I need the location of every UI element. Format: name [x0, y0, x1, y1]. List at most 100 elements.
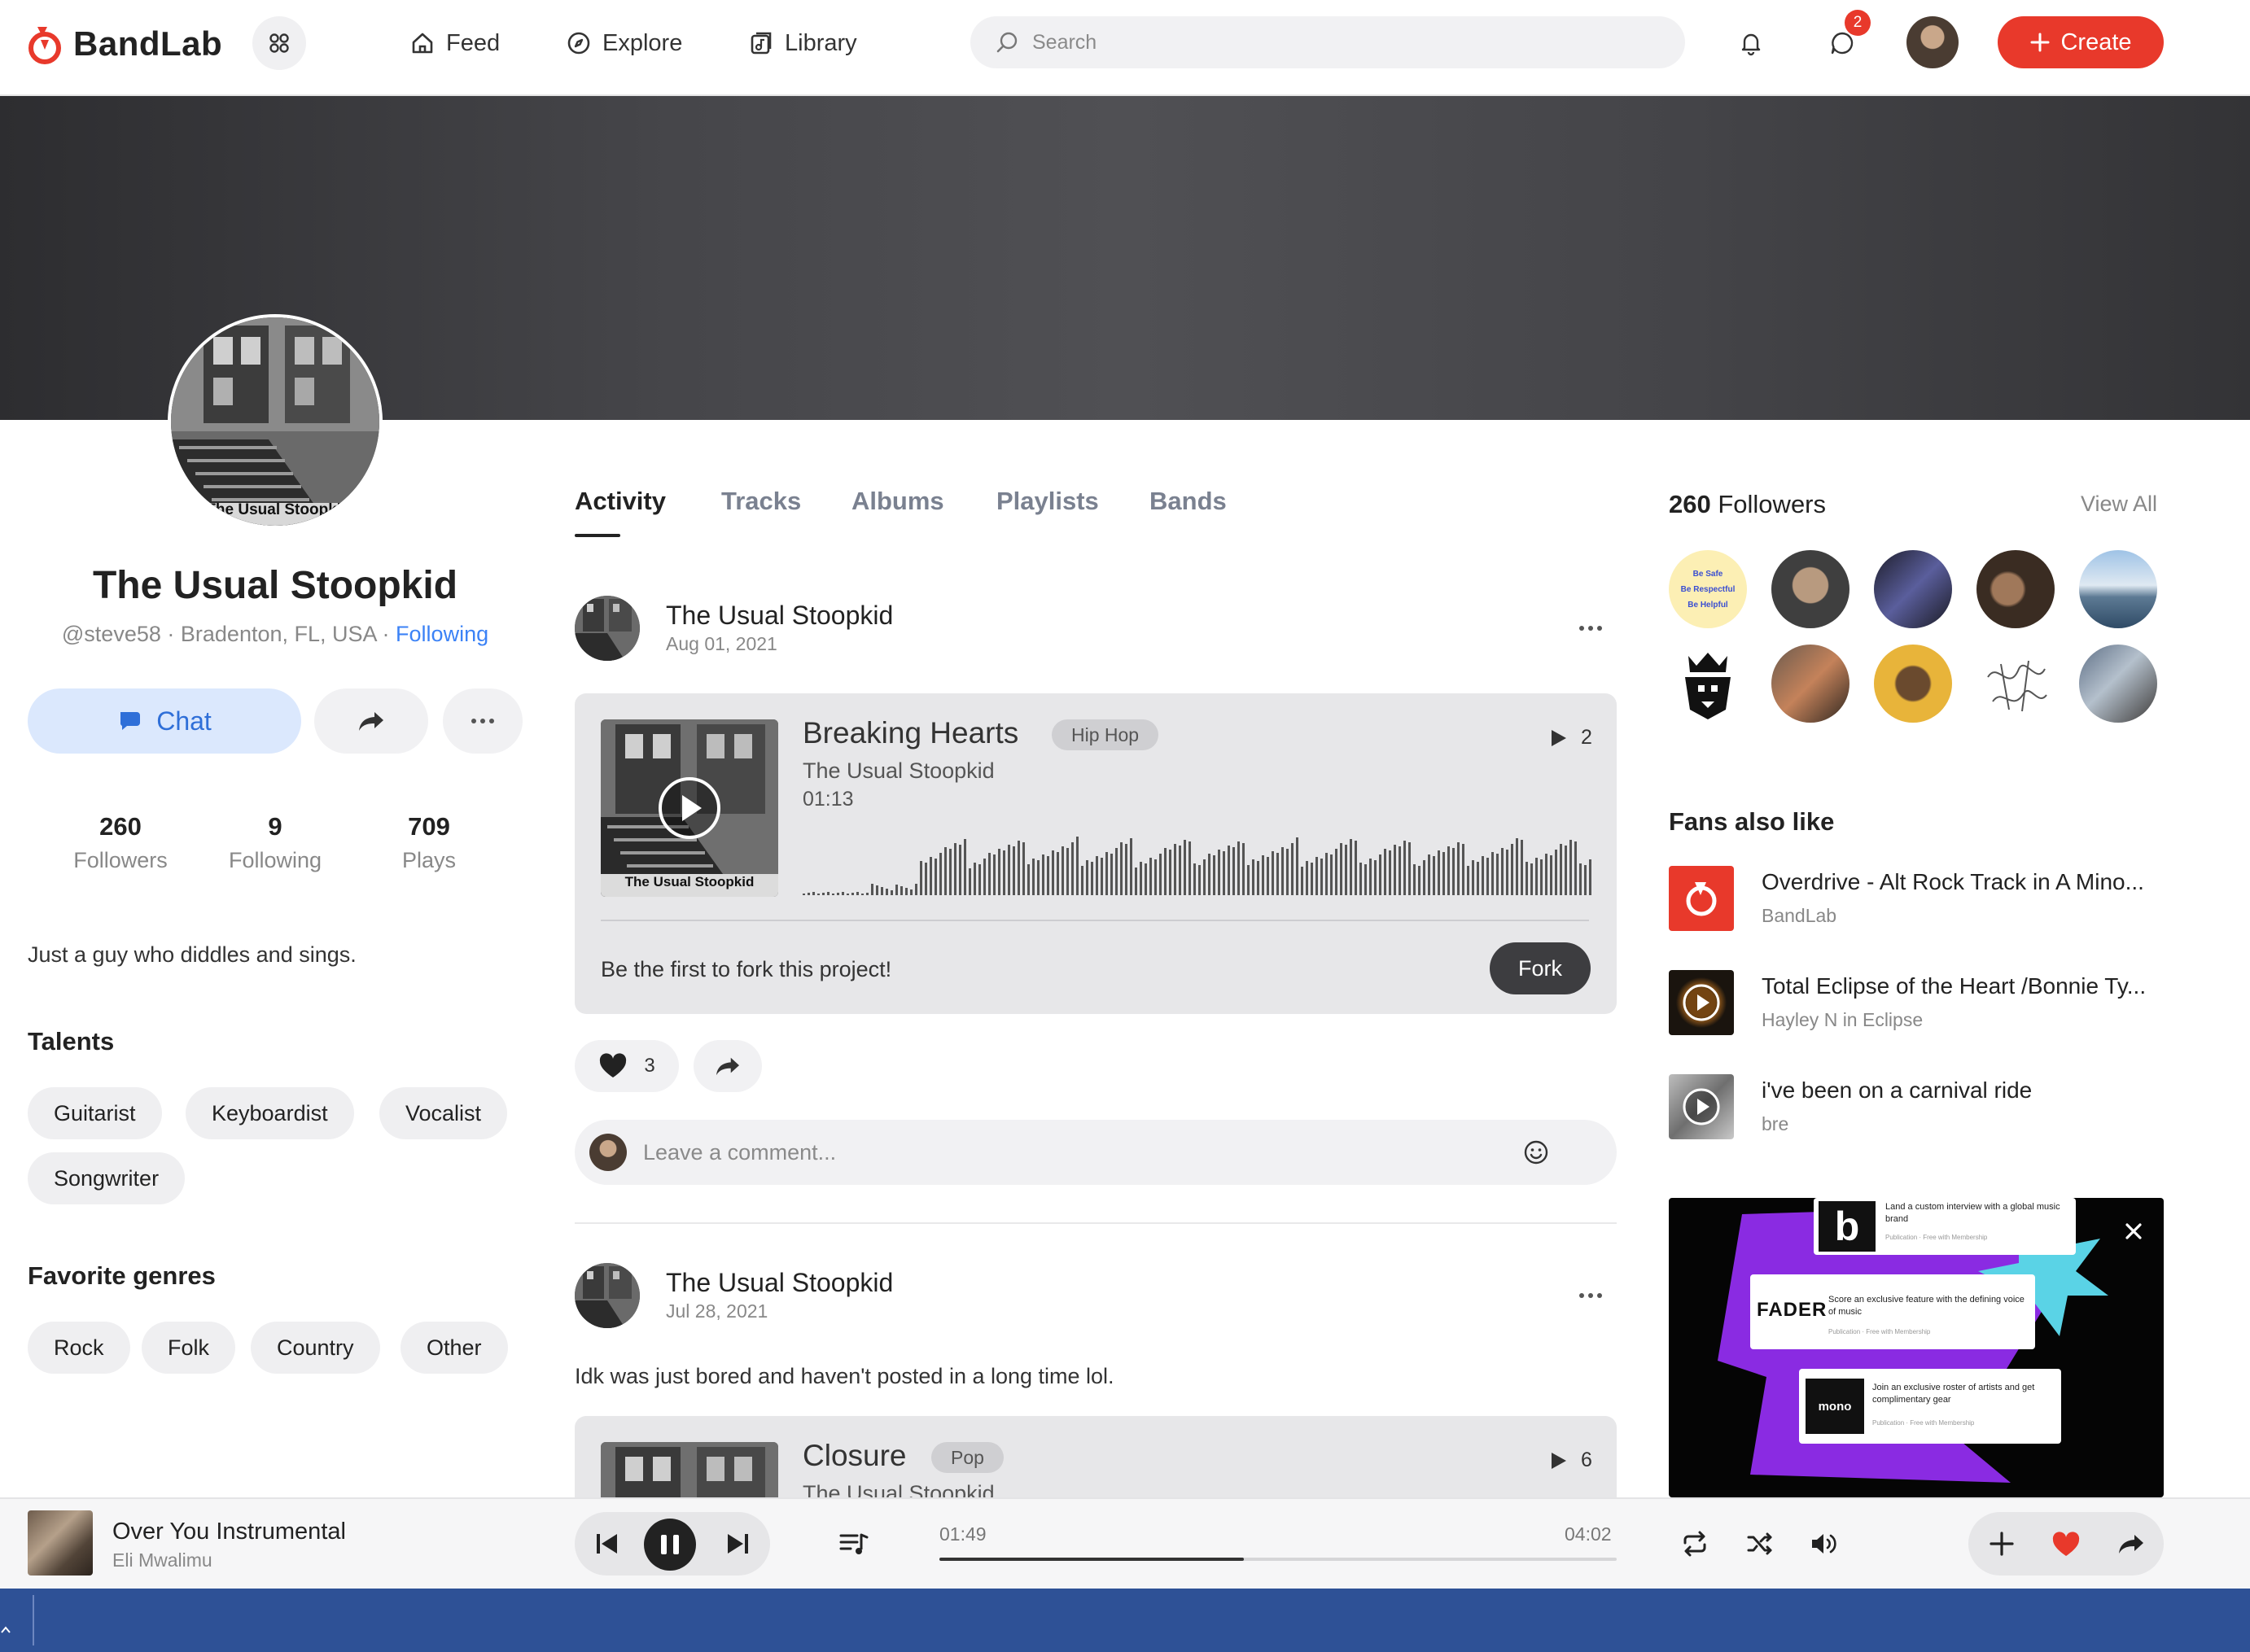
genre-tag[interactable]: Hip Hop [1052, 719, 1159, 750]
search-input[interactable] [1032, 30, 1602, 55]
talent-chip[interactable]: Keyboardist [186, 1087, 354, 1139]
profile-bio: Just a guy who diddles and sings. [28, 942, 357, 967]
now-playing-title[interactable]: Over You Instrumental [112, 1519, 346, 1545]
follower-avatar[interactable] [1771, 645, 1849, 723]
track-artist[interactable]: The Usual Stoopkid [803, 758, 995, 784]
genre-tag[interactable]: Pop [931, 1442, 1004, 1473]
track-waveform[interactable] [803, 824, 1592, 897]
profile-subtitle: @steve58 · Bradenton, FL, USA · Followin… [0, 622, 550, 647]
tab-tracks[interactable]: Tracks [721, 487, 801, 516]
create-button[interactable]: Create [1998, 16, 2164, 68]
talent-chip[interactable]: Guitarist [28, 1087, 162, 1139]
search-icon [996, 32, 1018, 53]
bell-icon [1741, 33, 1761, 56]
apps-menu-button[interactable] [252, 16, 306, 70]
fan-recommendation[interactable]: Total Eclipse of the Heart /Bonnie Ty...… [1669, 970, 2165, 1035]
fan-title: Total Eclipse of the Heart /Bonnie Ty... [1762, 973, 2147, 999]
follower-avatar[interactable] [1669, 645, 1747, 723]
repeat-icon[interactable] [1680, 1530, 1709, 1558]
nav-feed[interactable]: Feed [410, 23, 500, 63]
like-button[interactable]: 3 [575, 1040, 679, 1092]
genre-chip[interactable]: Country [251, 1322, 380, 1374]
ad-card-meta: Publication · Free with Membership [1828, 1328, 1931, 1335]
fork-button[interactable]: Fork [1490, 942, 1591, 994]
stat-followers[interactable]: 260 Followers [43, 812, 198, 873]
stat-following[interactable]: 9 Following [198, 812, 352, 873]
post-author-name[interactable]: The Usual Stoopkid [666, 1268, 893, 1298]
track-artwork[interactable]: The Usual Stoopkid [601, 719, 778, 897]
share-arrow-icon[interactable] [2116, 1532, 2146, 1556]
follower-avatar[interactable] [1976, 550, 2055, 628]
share-profile-button[interactable] [314, 688, 428, 754]
emoji-icon[interactable] [1522, 1138, 1550, 1166]
post-menu-button[interactable] [1574, 1287, 1607, 1304]
post-menu-button[interactable] [1574, 620, 1607, 636]
user-avatar[interactable] [1906, 16, 1959, 68]
shuffle-icon[interactable] [1745, 1530, 1775, 1558]
tab-albums[interactable]: Albums [851, 487, 944, 516]
nav-explore[interactable]: Explore [567, 23, 682, 63]
track-title[interactable]: Breaking Hearts [803, 716, 1018, 750]
talent-chip[interactable]: Vocalist [379, 1087, 508, 1139]
now-playing-artist[interactable]: Eli Mwalimu [112, 1549, 212, 1571]
notifications-button[interactable] [1731, 23, 1771, 63]
stat-label: Followers [73, 848, 168, 872]
chevron-up-icon[interactable] [0, 1624, 11, 1636]
now-playing-artwork[interactable] [28, 1510, 93, 1576]
stat-label: Plays [401, 848, 457, 872]
previous-track-icon[interactable] [594, 1532, 620, 1556]
commenter-avatar [589, 1134, 627, 1171]
bandlab-logo[interactable]: BandLab [26, 20, 222, 68]
comment-input[interactable] [643, 1139, 1506, 1165]
follower-avatar[interactable] [1874, 645, 1952, 723]
tab-playlists[interactable]: Playlists [996, 487, 1099, 516]
chat-button[interactable]: Chat [28, 688, 301, 754]
progress-bar[interactable] [939, 1558, 1617, 1561]
talent-chip[interactable]: Songwriter [28, 1152, 186, 1204]
stat-value: 9 [268, 812, 282, 841]
fader-logo: FADER [1757, 1299, 1828, 1321]
add-to-playlist-icon[interactable] [1988, 1530, 2016, 1558]
membership-ad[interactable]: b Land a custom interview with a global … [1669, 1198, 2164, 1497]
heart-icon[interactable] [2051, 1532, 2081, 1558]
stat-value: 260 [99, 812, 142, 841]
share-post-button[interactable] [694, 1040, 762, 1092]
profile-more-button[interactable] [443, 688, 523, 754]
ad-card-meta: Publication · Free with Membership [1872, 1419, 1975, 1427]
follower-avatar[interactable] [1771, 550, 1849, 628]
volume-icon[interactable] [1809, 1530, 1841, 1558]
follower-avatar[interactable] [1976, 645, 2055, 723]
nav-library[interactable]: Library [749, 23, 857, 63]
post-author-name[interactable]: The Usual Stoopkid [666, 601, 893, 631]
follower-avatar[interactable] [2079, 550, 2157, 628]
tab-activity[interactable]: Activity [575, 487, 666, 516]
profile-photo[interactable]: The Usual Stoopkid [168, 314, 383, 529]
pause-button[interactable] [644, 1519, 696, 1571]
fan-recommendation[interactable]: Overdrive - Alt Rock Track in A Mino... … [1669, 866, 2165, 931]
follower-avatar[interactable]: Be Safe Be Respectful Be Helpful [1669, 550, 1747, 628]
close-icon[interactable] [2123, 1221, 2144, 1242]
fan-subtitle: bre [1762, 1113, 1789, 1134]
track-artist[interactable]: The Usual Stoopkid [803, 1481, 995, 1497]
play-count-value: 2 [1581, 726, 1592, 749]
follower-avatar[interactable] [1874, 550, 1952, 628]
fan-recommendation[interactable]: i've been on a carnival ride bre [1669, 1074, 2165, 1139]
queue-icon[interactable] [838, 1530, 869, 1558]
tab-bands[interactable]: Bands [1149, 487, 1227, 516]
track-title[interactable]: Closure [803, 1439, 907, 1473]
lion-crown-icon [1685, 653, 1731, 719]
follow-status-link[interactable]: Following [396, 622, 488, 646]
profile-location: Bradenton, FL, USA [180, 622, 377, 646]
track-artwork[interactable] [601, 1442, 778, 1497]
post-author-avatar[interactable] [575, 1263, 640, 1328]
genre-chip[interactable]: Folk [142, 1322, 236, 1374]
next-track-icon[interactable] [724, 1532, 751, 1556]
play-count: 2 [1550, 726, 1592, 750]
view-all-followers-link[interactable]: View All [2081, 492, 2157, 517]
genre-chip[interactable]: Rock [28, 1322, 130, 1374]
follower-avatar-line: Be Respectful [1680, 584, 1736, 594]
current-time: 01:49 [939, 1523, 987, 1545]
follower-avatar[interactable] [2079, 645, 2157, 723]
genre-chip[interactable]: Other [401, 1322, 508, 1374]
post-author-avatar[interactable] [575, 596, 640, 661]
